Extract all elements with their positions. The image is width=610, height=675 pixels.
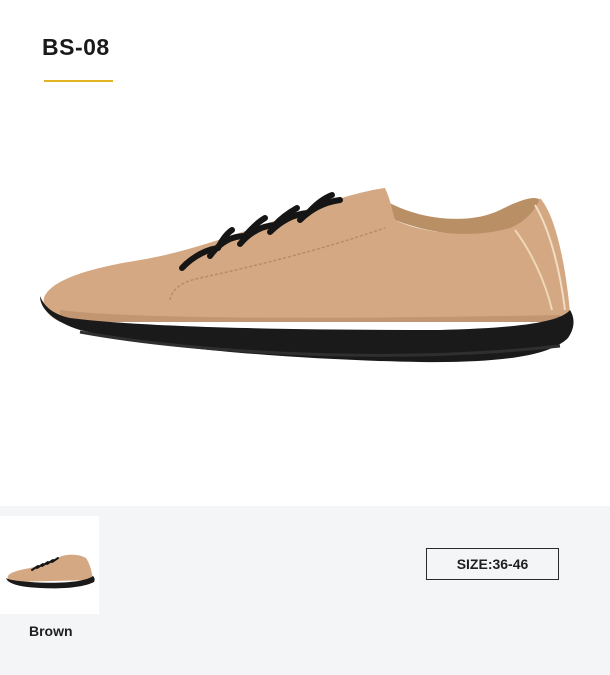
variant-panel: Brown SIZE:36-46 [0, 506, 610, 675]
shoe-upper [43, 188, 571, 322]
swatch-label-brown: Brown [29, 623, 73, 639]
shoe-thumbnail-icon [6, 554, 95, 589]
shoe-main-image [40, 188, 574, 363]
product-hero: BS-08 [0, 0, 610, 506]
title-underline [44, 80, 113, 82]
model-title: BS-08 [42, 34, 110, 60]
color-swatch-brown[interactable] [0, 516, 99, 614]
size-badge: SIZE:36-46 [426, 548, 559, 580]
